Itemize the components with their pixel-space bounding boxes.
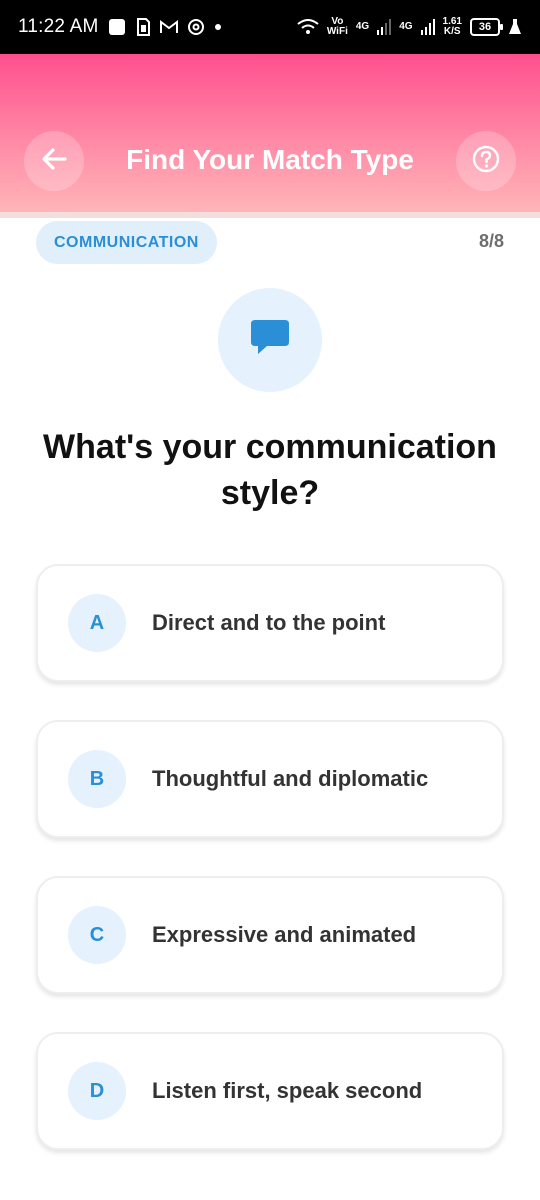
signal-icon: [377, 19, 392, 35]
vowifi-label: Vo WiFi: [327, 17, 348, 37]
option-label: Direct and to the point: [152, 610, 386, 635]
battery-icon: 36: [470, 18, 503, 36]
option-a[interactable]: A Direct and to the point: [36, 564, 504, 682]
question-mark-icon: [471, 144, 501, 179]
flask-icon: [508, 18, 522, 36]
option-letter-badge: B: [68, 750, 126, 808]
back-button[interactable]: [24, 131, 84, 191]
category-badge: COMMUNICATION: [36, 221, 217, 264]
option-label: Expressive and animated: [152, 922, 417, 947]
page-title: Find Your Match Type: [126, 144, 414, 175]
status-time: 11:22 AM: [18, 16, 99, 37]
square-icon: [108, 18, 126, 36]
header-bar: [0, 54, 540, 214]
wifi-icon: [297, 19, 319, 35]
arrow-left-icon: [39, 144, 69, 179]
option-label: Thoughtful and diplomatic: [152, 766, 429, 791]
network-1-label: 4G: [355, 21, 370, 32]
net-speed-unit: K/S: [443, 26, 461, 37]
signal-icon-2: [420, 19, 435, 35]
sim-icon: [136, 18, 151, 36]
help-button[interactable]: [456, 131, 516, 191]
network-2-label: 4G: [399, 21, 413, 32]
option-b[interactable]: B Thoughtful and diplomatic: [36, 720, 504, 838]
dot-icon: [214, 23, 222, 31]
status-left: 11:22 AM: [18, 16, 222, 38]
vowifi-bottom: WiFi: [326, 26, 348, 37]
battery-level: 36: [478, 21, 492, 33]
question-text: What's your communication style?: [43, 428, 497, 512]
option-d[interactable]: D Listen first, speak second: [36, 1032, 504, 1150]
status-bar: 11:22 AM Vo WiFi 4G 4G 1.61 K/S 36: [0, 0, 540, 54]
header-divider: [0, 212, 540, 218]
option-letter-badge: A: [68, 594, 126, 652]
gmail-icon: [160, 20, 179, 34]
option-label: Listen first, speak second: [152, 1078, 423, 1103]
category-label: COMMUNICATION: [54, 233, 199, 251]
option-c[interactable]: C Expressive and animated: [36, 876, 504, 994]
net-speed: 1.61 K/S: [443, 17, 462, 37]
network-1: 4G: [356, 22, 369, 32]
option-letter-badge: D: [68, 1062, 126, 1120]
network-2: 4G: [399, 22, 412, 32]
status-right: Vo WiFi 4G 4G 1.61 K/S 36: [297, 17, 522, 37]
question-icon-container: [218, 288, 322, 392]
chat-bubble-icon: [249, 318, 291, 363]
threads-icon: [188, 18, 205, 36]
progress-counter: 8/8: [478, 231, 504, 251]
option-letter-badge: C: [68, 906, 126, 964]
